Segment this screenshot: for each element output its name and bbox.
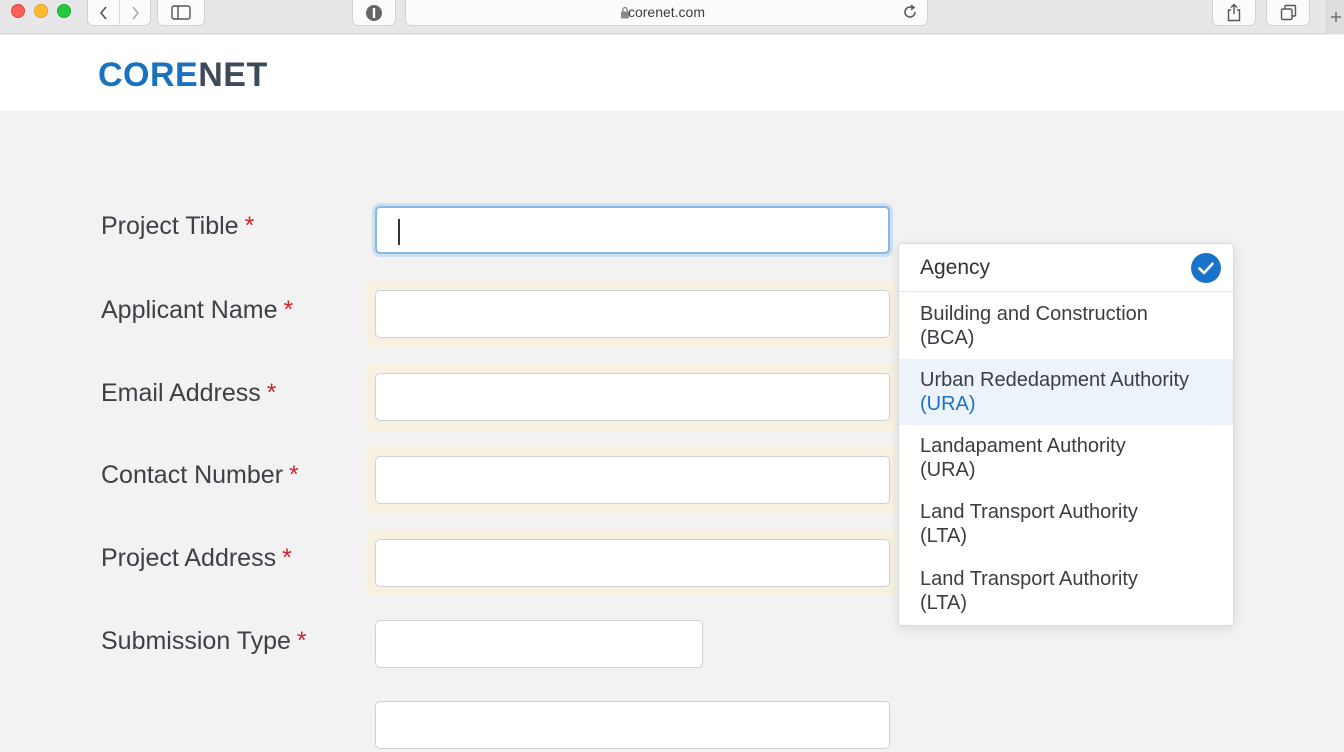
label-text: Submission Type bbox=[101, 627, 291, 655]
required-marker: * bbox=[266, 379, 277, 407]
dropdown-header-label: Agency bbox=[920, 256, 991, 279]
option-name: Urban Rededapment Authority bbox=[920, 369, 1190, 391]
label-text: Applicant Name bbox=[101, 296, 278, 324]
close-window-button[interactable] bbox=[11, 4, 25, 18]
agency-option-lta-2[interactable]: Land Transport Authority (LTA) bbox=[899, 558, 1233, 624]
sidebar-icon bbox=[171, 5, 191, 20]
text-cursor bbox=[398, 219, 400, 245]
address-bar[interactable]: corenet.com bbox=[405, 0, 928, 26]
url-text: corenet.com bbox=[627, 4, 706, 20]
browser-toolbar: corenet.com bbox=[0, 0, 1344, 34]
plus-icon bbox=[1330, 12, 1341, 22]
label-text: Project Tible bbox=[101, 212, 239, 240]
label-text: Project Address bbox=[101, 544, 277, 572]
option-code: (LTA) bbox=[920, 592, 968, 614]
label-text: Contact Number bbox=[101, 461, 284, 489]
agency-dropdown: Agency Building and Construction (BCA) U… bbox=[898, 243, 1234, 626]
zoom-window-button[interactable] bbox=[57, 4, 71, 18]
option-code: (URA) bbox=[920, 459, 976, 481]
applicant-name-label: Applicant Name * bbox=[101, 296, 293, 325]
forward-button[interactable] bbox=[119, 0, 150, 25]
tab-overview-button[interactable] bbox=[1266, 0, 1310, 26]
share-button[interactable] bbox=[1212, 0, 1256, 26]
chevron-left-icon bbox=[99, 5, 107, 20]
required-marker: * bbox=[283, 296, 294, 324]
checkmark-icon bbox=[1191, 253, 1221, 283]
key-circle-icon bbox=[366, 4, 382, 21]
applicant-name-input[interactable] bbox=[375, 290, 890, 338]
email-address-label: Email Address * bbox=[101, 379, 277, 408]
password-manager-button[interactable] bbox=[352, 0, 396, 26]
new-tab-button[interactable] bbox=[1326, 0, 1344, 34]
label-text: Email Address bbox=[101, 379, 261, 407]
option-code: (BCA) bbox=[920, 327, 975, 349]
agency-option-landapament[interactable]: Landapament Authority (URA) bbox=[899, 425, 1233, 491]
agency-option-lta[interactable]: Land Transport Authority (LTA) bbox=[899, 491, 1233, 557]
option-name: Land Transport Authority bbox=[920, 568, 1138, 590]
back-button[interactable] bbox=[88, 0, 119, 25]
tabs-icon bbox=[1280, 4, 1296, 21]
contact-number-label: Contact Number * bbox=[101, 461, 299, 490]
history-nav bbox=[87, 0, 151, 26]
corenet-logo[interactable]: CORENET bbox=[98, 56, 268, 95]
required-marker: * bbox=[244, 212, 255, 240]
option-name: Land Transport Authority bbox=[920, 501, 1138, 523]
logo-core: CORE bbox=[98, 56, 199, 94]
option-name: Landapament Authority bbox=[920, 435, 1126, 457]
chevron-right-icon bbox=[132, 5, 140, 20]
share-icon bbox=[1227, 3, 1241, 22]
submission-type-select[interactable] bbox=[375, 620, 703, 668]
email-address-input[interactable] bbox=[375, 373, 890, 421]
minimize-window-button[interactable] bbox=[34, 4, 48, 18]
additional-input[interactable] bbox=[375, 701, 890, 749]
logo-net: NET bbox=[198, 56, 268, 94]
reload-icon[interactable] bbox=[901, 3, 919, 21]
required-marker: * bbox=[296, 627, 307, 655]
required-marker: * bbox=[289, 461, 299, 489]
project-title-label: Project Tible * bbox=[101, 212, 254, 241]
submission-type-label: Submission Type * bbox=[101, 627, 307, 656]
option-code: (URA) bbox=[920, 393, 976, 415]
site-header: CORENET bbox=[0, 35, 1344, 111]
required-marker: * bbox=[282, 544, 292, 572]
project-title-input[interactable] bbox=[375, 206, 890, 254]
project-address-input[interactable] bbox=[375, 539, 890, 587]
sidebar-button[interactable] bbox=[157, 0, 205, 26]
project-address-label: Project Address * bbox=[101, 544, 292, 573]
option-code: (LTA) bbox=[920, 525, 968, 547]
contact-number-input[interactable] bbox=[375, 456, 890, 504]
option-name: Building and Construction bbox=[920, 303, 1148, 325]
agency-option-ura[interactable]: Urban Rededapment Authority (URA) bbox=[899, 359, 1233, 425]
agency-option-bca[interactable]: Building and Construction (BCA) bbox=[899, 293, 1233, 359]
dropdown-header[interactable]: Agency bbox=[899, 244, 1233, 292]
